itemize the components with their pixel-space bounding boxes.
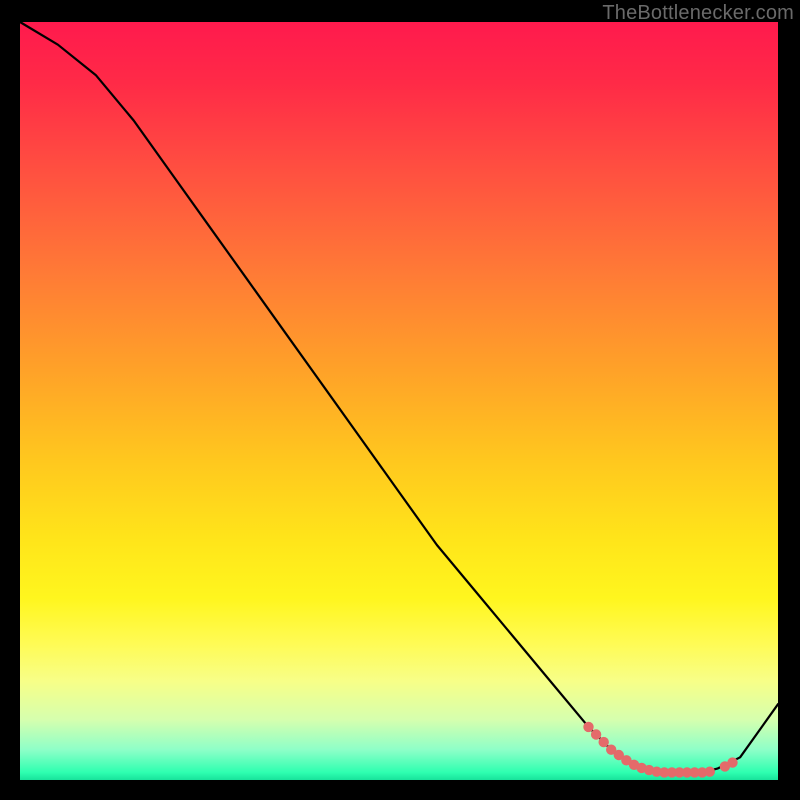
marker-dot [591, 729, 601, 739]
chart-frame [20, 22, 778, 780]
chart-plot [20, 22, 778, 780]
watermark-text: TheBottlenecker.com [602, 2, 794, 25]
bottleneck-curve [20, 22, 778, 772]
marker-dot [705, 767, 715, 777]
marker-dot [727, 757, 737, 767]
marker-dot [583, 722, 593, 732]
marker-dot [599, 737, 609, 747]
